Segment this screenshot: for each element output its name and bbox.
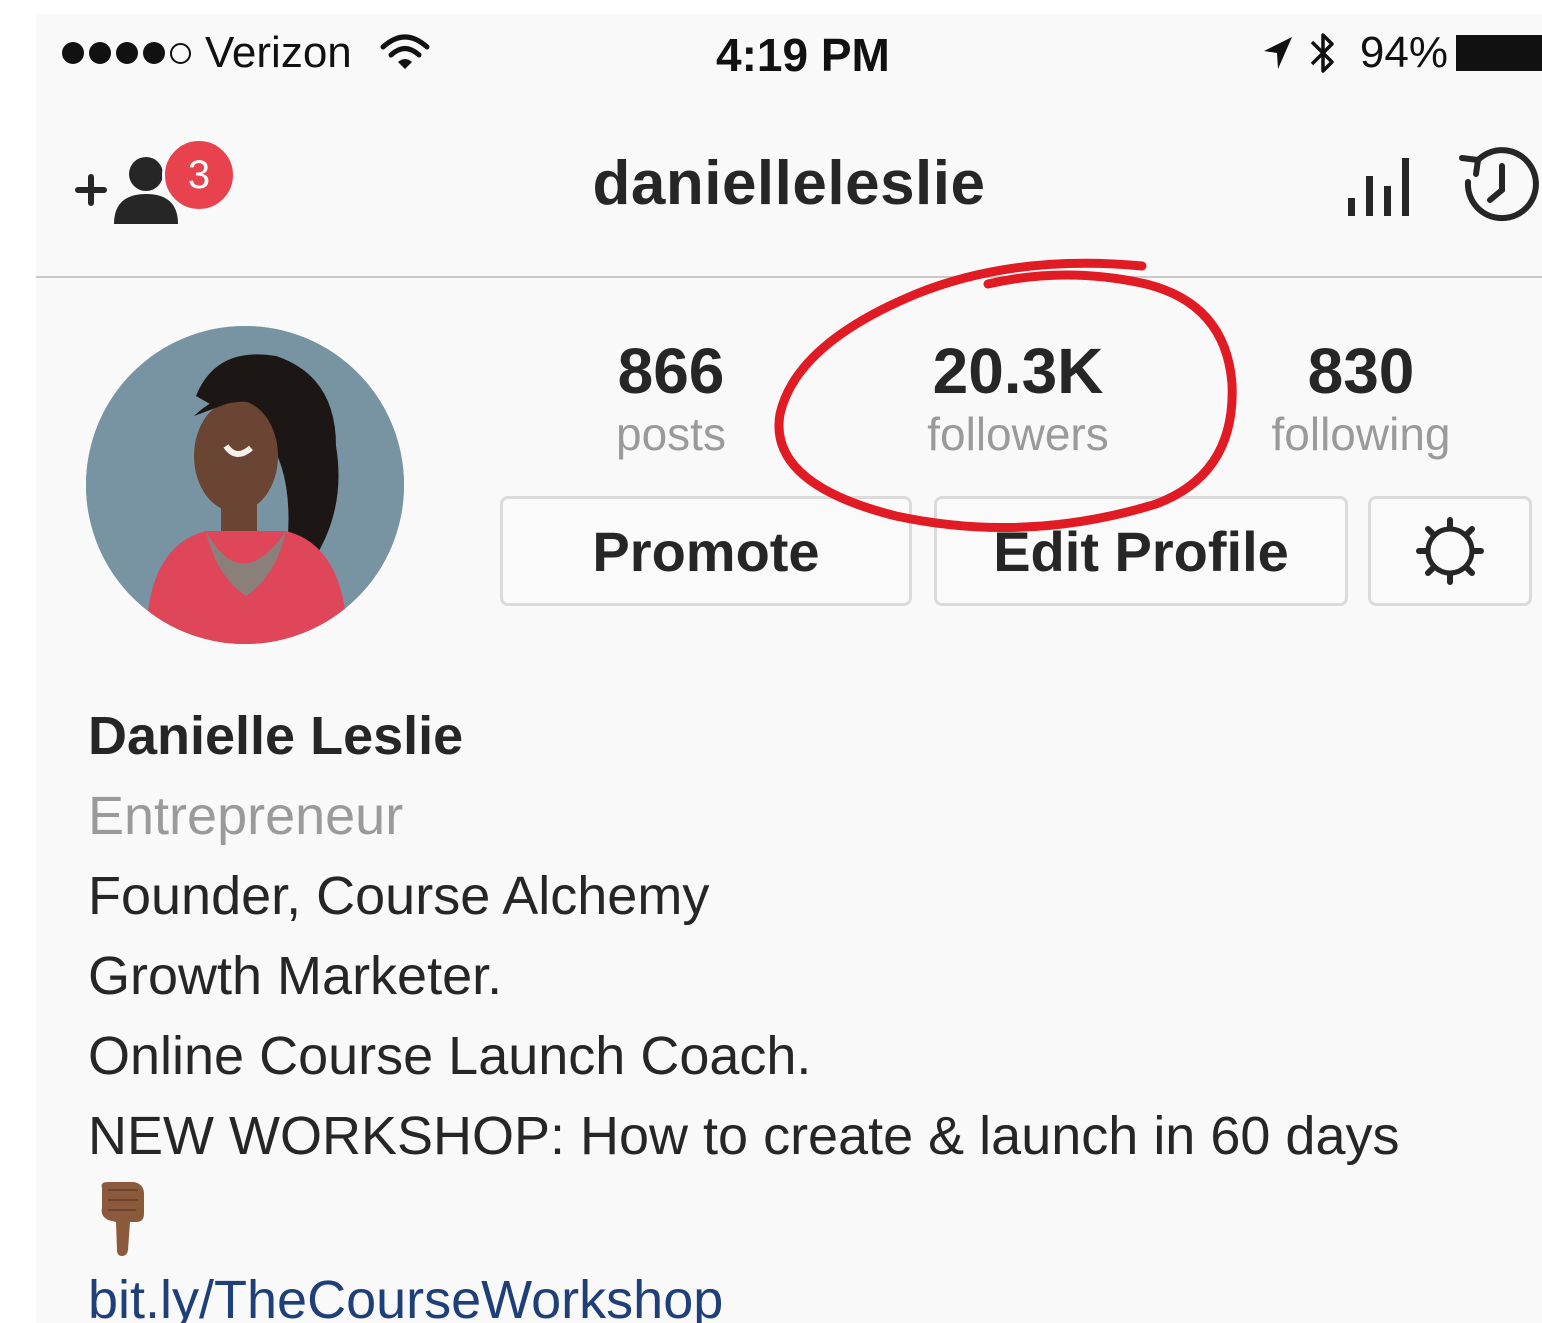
promote-button[interactable]: Promote — [500, 496, 912, 606]
following-count[interactable]: 830 — [1246, 336, 1476, 406]
battery-icon — [1456, 35, 1542, 71]
gear-icon — [1416, 517, 1484, 585]
profile-screen: Verizon 4:19 PM 94% 3 danielleleslie 866… — [36, 14, 1542, 1323]
pointing-down-icon — [101, 1182, 144, 1256]
bluetooth-icon — [1310, 33, 1334, 73]
history-icon[interactable] — [1456, 144, 1542, 230]
followers-label[interactable]: followers — [898, 406, 1138, 462]
insights-icon[interactable] — [1344, 154, 1418, 218]
following-label[interactable]: following — [1246, 406, 1476, 462]
settings-button[interactable] — [1368, 496, 1532, 606]
followers-count[interactable]: 20.3K — [898, 336, 1138, 406]
pointing-down-emoji — [88, 1176, 1528, 1260]
stat-posts: 866 posts — [591, 336, 751, 462]
status-bar: Verizon 4:19 PM 94% — [36, 14, 1542, 98]
edit-profile-button[interactable]: Edit Profile — [934, 496, 1348, 606]
category-label: Entrepreneur — [88, 786, 404, 846]
signal-strength-icon — [62, 42, 191, 64]
stat-followers[interactable]: 20.3K followers — [898, 336, 1138, 462]
wifi-icon — [380, 34, 430, 69]
location-arrow-icon — [1263, 37, 1292, 69]
website-link[interactable]: bit.ly/TheCourseWorkshop — [88, 1260, 1528, 1323]
status-time: 4:19 PM — [716, 29, 890, 81]
bio-line: NEW WORKSHOP: How to create & launch in … — [88, 1106, 1400, 1166]
avatar[interactable] — [86, 326, 404, 644]
full-name: Danielle Leslie — [88, 706, 464, 766]
page-title: danielleleslie — [592, 149, 986, 218]
status-left: Verizon — [62, 28, 430, 78]
profile-photo — [86, 326, 404, 644]
battery-percent: 94% — [1359, 28, 1448, 77]
posts-label: posts — [616, 408, 726, 460]
bio-section: Danielle Leslie Entrepreneur Founder, Co… — [88, 696, 1528, 1323]
nav-bar: 3 danielleleslie — [36, 98, 1542, 278]
stat-following[interactable]: 830 following — [1246, 336, 1476, 462]
status-right: 94% — [1260, 28, 1542, 78]
bio-line: Online Course Launch Coach. — [88, 1026, 812, 1086]
bio-line: Growth Marketer. — [88, 946, 503, 1006]
bio-line: Founder, Course Alchemy — [88, 866, 710, 926]
carrier-name: Verizon — [205, 28, 352, 77]
posts-count: 866 — [617, 335, 725, 407]
